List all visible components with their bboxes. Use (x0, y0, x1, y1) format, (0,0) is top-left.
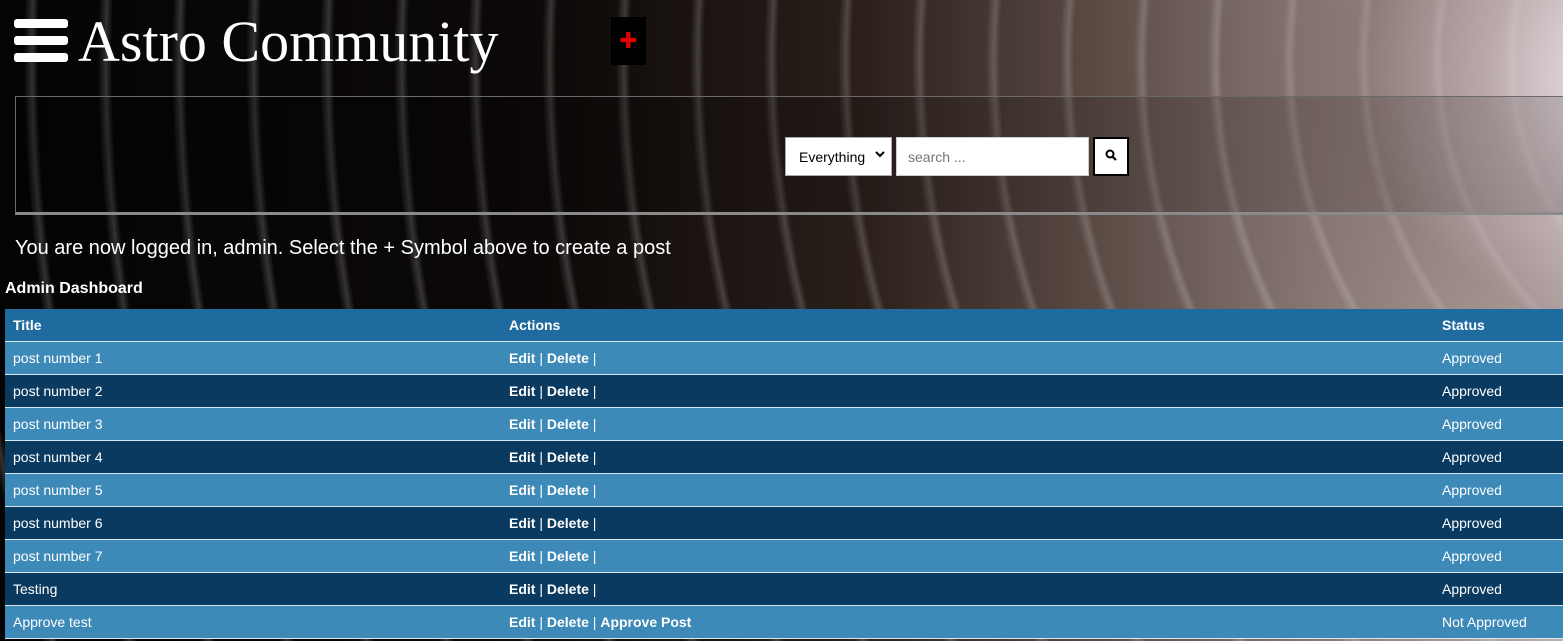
hamburger-menu-icon[interactable] (14, 19, 68, 63)
search-button[interactable] (1093, 137, 1129, 176)
posts-table: Title Actions Status post number 1 Edit |… (5, 309, 1563, 639)
top-bar: Astro Community ✚ (0, 0, 1563, 90)
edit-link[interactable]: Edit (509, 449, 535, 465)
post-title-cell: Approve test (5, 605, 501, 639)
table-row: post number 7 Edit | Delete | Approved (5, 539, 1563, 573)
site-title[interactable]: Astro Community (78, 8, 499, 76)
approve-post-link[interactable]: Approve Post (600, 614, 691, 630)
delete-link[interactable]: Delete (547, 581, 589, 597)
edit-link[interactable]: Edit (509, 482, 535, 498)
post-actions-cell: Edit | Delete | (501, 473, 1434, 507)
delete-link[interactable]: Delete (547, 614, 589, 630)
action-separator: | (592, 581, 597, 597)
delete-link[interactable]: Delete (547, 515, 589, 531)
column-header-actions: Actions (501, 309, 1434, 342)
status-cell: Approved (1434, 374, 1563, 408)
search-input[interactable]: search ... (896, 137, 1089, 176)
table-header-row: Title Actions Status (5, 309, 1563, 342)
status-cell: Approved (1434, 407, 1563, 441)
post-title-cell: post number 5 (5, 473, 501, 507)
action-separator: | (539, 614, 543, 630)
table-row: post number 5 Edit | Delete | Approved (5, 473, 1563, 507)
delete-link[interactable]: Delete (547, 548, 589, 564)
action-separator: | (539, 416, 543, 432)
action-separator: | (539, 350, 543, 366)
action-separator: | (539, 515, 543, 531)
edit-link[interactable]: Edit (509, 548, 535, 564)
search-scope-select[interactable]: Everything (785, 137, 892, 176)
status-cell: Approved (1434, 539, 1563, 573)
post-actions-cell: Edit | Delete | (501, 506, 1434, 540)
status-cell: Approved (1434, 440, 1563, 474)
post-title-cell: post number 6 (5, 506, 501, 540)
post-actions-cell: Edit | Delete | (501, 572, 1434, 606)
login-message: You are now logged in, admin. Select the… (15, 237, 671, 259)
table-row: Approve test Edit | Delete | Approve Post… (5, 605, 1563, 639)
action-separator: | (539, 482, 543, 498)
post-actions-cell: Edit | Delete | (501, 440, 1434, 474)
edit-link[interactable]: Edit (509, 581, 535, 597)
chevron-down-icon (875, 149, 885, 162)
search-scope-value: Everything (799, 148, 866, 165)
table-row: Testing Edit | Delete | Approved (5, 572, 1563, 606)
post-title-cell: Testing (5, 572, 501, 606)
dashboard-title: Admin Dashboard (5, 280, 143, 297)
edit-link[interactable]: Edit (509, 383, 535, 399)
action-separator: | (539, 449, 543, 465)
post-title-cell: post number 2 (5, 374, 501, 408)
delete-link[interactable]: Delete (547, 449, 589, 465)
post-actions-cell: Edit | Delete | (501, 407, 1434, 441)
action-separator: | (592, 482, 597, 498)
table-row: post number 4 Edit | Delete | Approved (5, 440, 1563, 474)
table-row: post number 1 Edit | Delete | Approved (5, 341, 1563, 375)
search-icon (1105, 148, 1117, 166)
create-post-button[interactable]: ✚ (611, 17, 646, 65)
post-title-cell: post number 7 (5, 539, 501, 573)
action-separator: | (539, 581, 543, 597)
action-separator: | (592, 383, 597, 399)
status-cell: Approved (1434, 473, 1563, 507)
table-row: post number 3 Edit | Delete | Approved (5, 407, 1563, 441)
post-title-cell: post number 4 (5, 440, 501, 474)
action-separator: | (592, 449, 597, 465)
edit-link[interactable]: Edit (509, 614, 535, 630)
status-cell: Approved (1434, 506, 1563, 540)
delete-link[interactable]: Delete (547, 350, 589, 366)
search-placeholder: search ... (908, 148, 966, 165)
delete-link[interactable]: Delete (547, 482, 589, 498)
status-cell: Approved (1434, 572, 1563, 606)
delete-link[interactable]: Delete (547, 383, 589, 399)
post-title-cell: post number 1 (5, 341, 501, 375)
post-actions-cell: Edit | Delete | (501, 374, 1434, 408)
table-row: post number 2 Edit | Delete | Approved (5, 374, 1563, 408)
action-separator: | (592, 350, 597, 366)
plus-icon: ✚ (619, 28, 638, 54)
action-separator: | (539, 548, 543, 564)
post-title-cell: post number 3 (5, 407, 501, 441)
edit-link[interactable]: Edit (509, 350, 535, 366)
action-separator: | (592, 548, 597, 564)
post-actions-cell: Edit | Delete | Approve Post (501, 605, 1434, 639)
post-actions-cell: Edit | Delete | (501, 341, 1434, 375)
edit-link[interactable]: Edit (509, 515, 535, 531)
status-cell: Not Approved (1434, 605, 1563, 639)
table-row: post number 6 Edit | Delete | Approved (5, 506, 1563, 540)
status-cell: Approved (1434, 341, 1563, 375)
delete-link[interactable]: Delete (547, 416, 589, 432)
action-separator: | (539, 383, 543, 399)
edit-link[interactable]: Edit (509, 416, 535, 432)
post-actions-cell: Edit | Delete | (501, 539, 1434, 573)
action-separator: | (592, 614, 597, 630)
action-separator: | (592, 515, 597, 531)
column-header-status: Status (1434, 309, 1563, 342)
column-header-title: Title (5, 309, 501, 342)
action-separator: | (592, 416, 597, 432)
